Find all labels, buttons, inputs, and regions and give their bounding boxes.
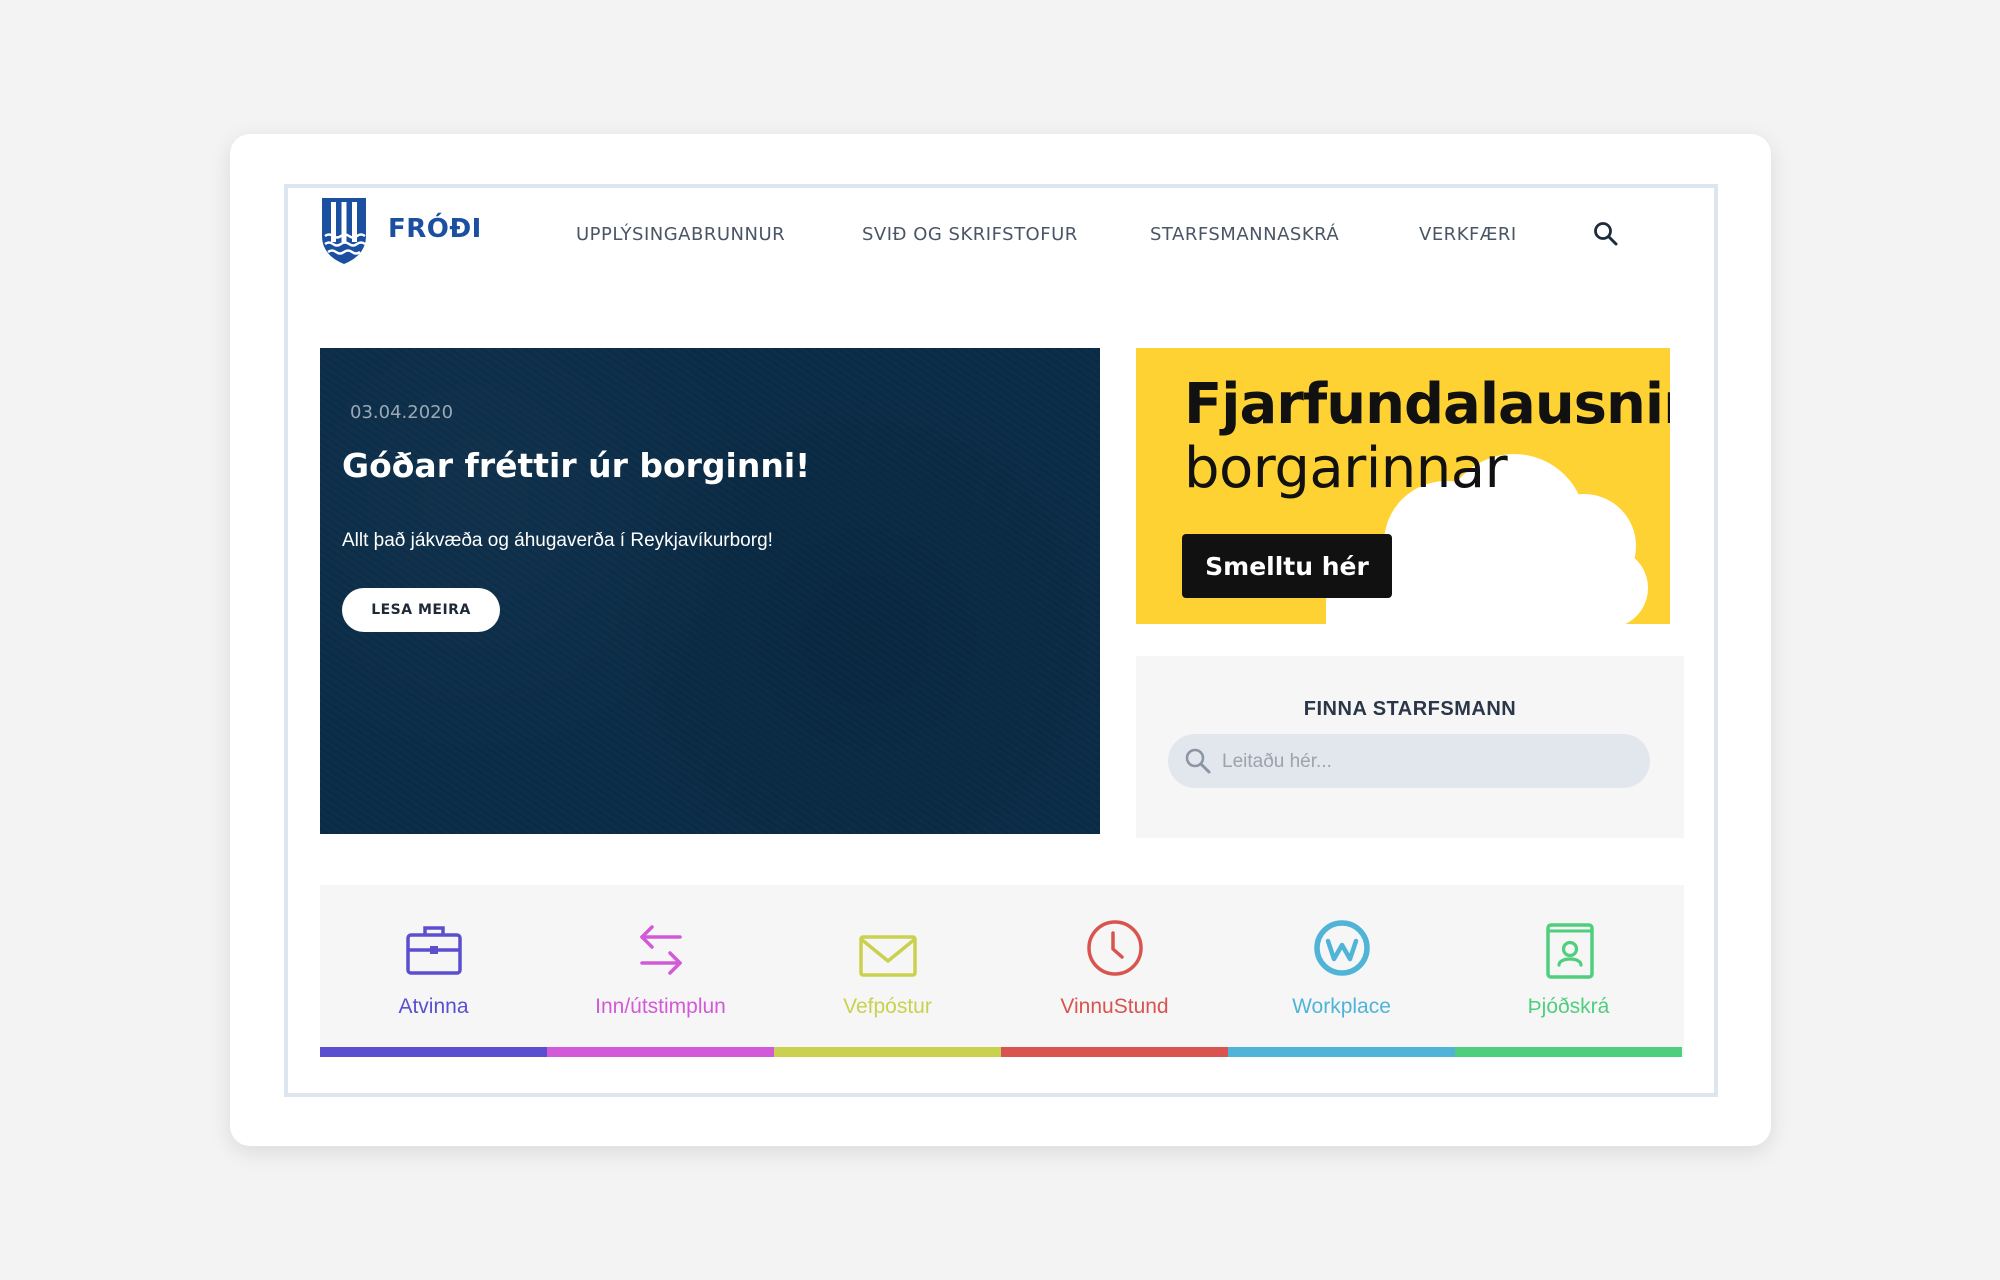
briefcase-icon [406, 926, 462, 975]
nav-item-verkfaeri[interactable]: VERKFÆRI [1419, 224, 1517, 245]
color-bar [320, 1047, 547, 1057]
find-staff-search-input[interactable] [1220, 734, 1644, 790]
color-bar [1455, 1047, 1682, 1057]
quick-link-thjodskra[interactable]: Þjóðskrá [1455, 885, 1682, 1057]
page-card: FRÓÐI UPPLÝSINGABRUNNUR SVIÐ OG SKRIFSTO… [230, 134, 1771, 1146]
nav-item-starfsmannaskra[interactable]: STARFSMANNASKRÁ [1150, 224, 1339, 245]
click-here-button[interactable]: Smelltu hér [1182, 534, 1392, 598]
quick-link-label: Vefpóstur [843, 995, 932, 1018]
news-hero: 03.04.2020 Góðar fréttir úr borginni! Al… [320, 348, 1100, 834]
nav-item-svid-og-skrifstofur[interactable]: SVIÐ OG SKRIFSTOFUR [862, 224, 1078, 245]
nav-item-upplysingabrunnur[interactable]: UPPLÝSINGABRUNNUR [576, 224, 785, 245]
search-icon[interactable] [1592, 220, 1620, 248]
quick-link-label: Workplace [1292, 995, 1391, 1018]
color-bar [547, 1047, 774, 1057]
quick-link-vinnustund[interactable]: VinnuStund [1001, 885, 1228, 1057]
banner-headline: Fjarfundalausnir [1184, 372, 1670, 437]
quick-link-inn-utstimplun[interactable]: Inn/útstimplun [547, 885, 774, 1057]
quick-link-vefpostur[interactable]: Vefpóstur [774, 885, 1001, 1057]
news-date: 03.04.2020 [350, 402, 454, 423]
remote-meeting-banner[interactable]: Fjarfundalausnir borgarinnar Smelltu hér [1136, 348, 1670, 624]
quick-link-label: Inn/útstimplun [595, 995, 726, 1018]
quick-links: Atvinna Inn/útstimplun Vefpóstur VinnuSt… [320, 885, 1684, 1057]
clock-icon [1087, 920, 1143, 976]
color-bar [1001, 1047, 1228, 1057]
intranet-window: FRÓÐI UPPLÝSINGABRUNNUR SVIÐ OG SKRIFSTO… [284, 184, 1718, 1097]
quick-link-label: Atvinna [398, 995, 469, 1018]
color-bar [774, 1047, 1001, 1057]
swap-arrows-icon [640, 925, 682, 975]
brand-name[interactable]: FRÓÐI [388, 214, 482, 244]
find-staff-search-box[interactable] [1168, 734, 1650, 790]
contact-book-icon [1546, 923, 1594, 979]
quick-link-atvinna[interactable]: Atvinna [320, 885, 547, 1057]
banner-subheadline: borgarinnar [1184, 436, 1508, 501]
find-staff-panel: FINNA STARFSMANN [1136, 656, 1684, 838]
workplace-icon [1314, 920, 1370, 976]
envelope-icon [859, 935, 917, 977]
find-staff-title: FINNA STARFSMANN [1303, 698, 1517, 720]
news-title: Góðar fréttir úr borginni! [342, 446, 811, 485]
quick-link-label: VinnuStund [1060, 995, 1169, 1018]
read-more-button[interactable]: LESA MEIRA [342, 588, 500, 632]
quick-link-workplace[interactable]: Workplace [1228, 885, 1455, 1057]
reykjavik-shield-logo-icon[interactable] [320, 196, 368, 266]
color-bar [1228, 1047, 1455, 1057]
news-summary: Allt það jákvæða og áhugaverða í Reykjav… [342, 530, 773, 551]
quick-link-label: Þjóðskrá [1527, 995, 1610, 1018]
search-icon [1185, 748, 1211, 774]
